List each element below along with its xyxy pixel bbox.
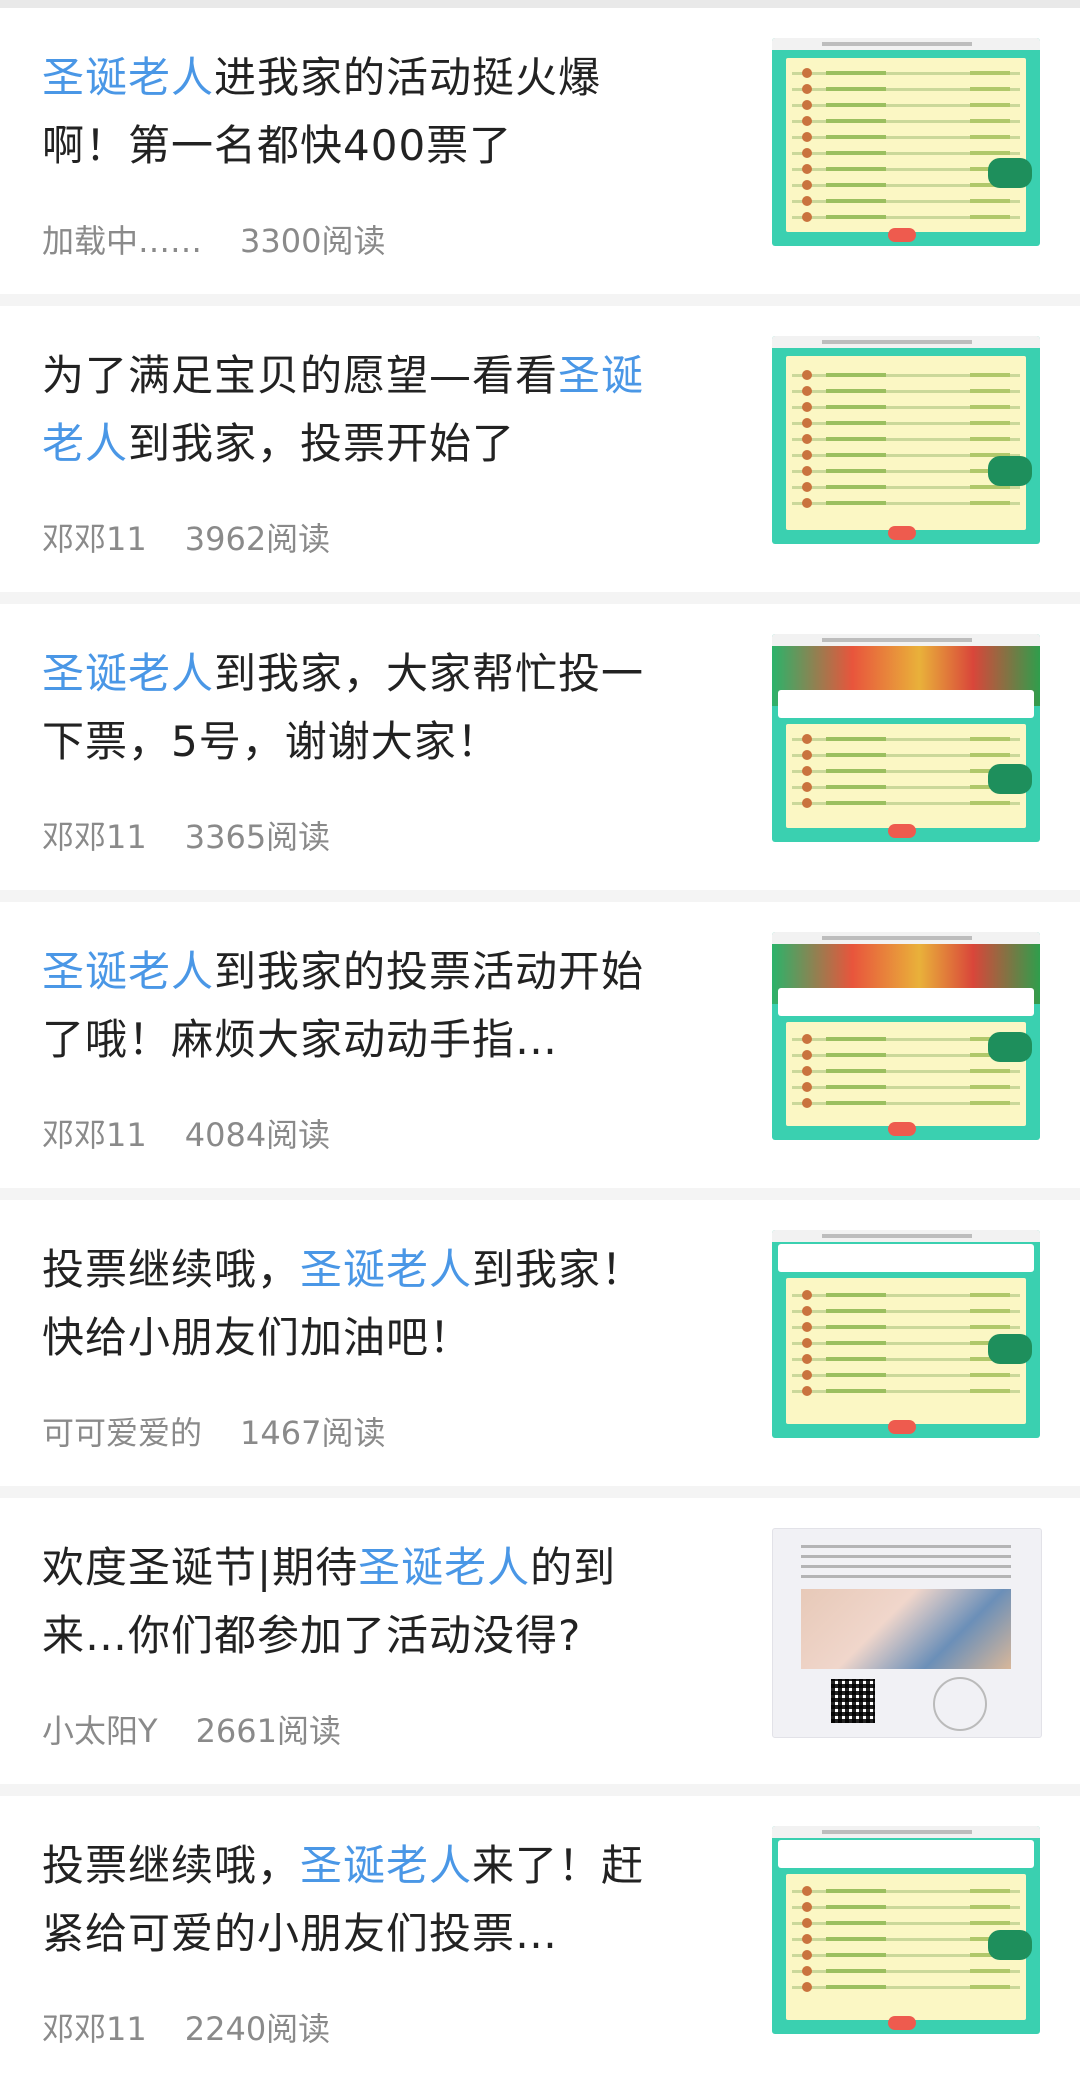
article-item[interactable]: 投票继续哦，圣诞老人到我家！快给小朋友们加油吧！ 可可爱爱的 1467阅读: [0, 1200, 1080, 1486]
article-item[interactable]: 圣诞老人到我家的投票活动开始了哦！麻烦大家动动手指… 邓邓11 4084阅读: [0, 902, 1080, 1188]
article-meta: 邓邓11 2240阅读: [42, 2004, 330, 2050]
vote-badge-icon: [988, 158, 1032, 188]
article-meta: 小太阳Y 2661阅读: [42, 1706, 341, 1752]
article-item[interactable]: 欢度圣诞节|期待圣诞老人的到来…你们都参加了活动没得? 小太阳Y 2661阅读: [0, 1498, 1080, 1784]
article-thumbnail[interactable]: [772, 1230, 1040, 1438]
article-title[interactable]: 圣诞老人进我家的活动挺火爆啊！第一名都快400票了: [42, 44, 682, 180]
article-reads: 2240阅读: [184, 2010, 331, 2048]
article-meta: 邓邓11 4084阅读: [42, 1110, 330, 1156]
article-reads: 2661阅读: [195, 1712, 342, 1750]
article-author: 邓邓11: [42, 1116, 147, 1154]
child-photo-icon: [801, 1589, 1011, 1669]
vote-badge-icon: [988, 764, 1032, 794]
article-thumbnail[interactable]: [772, 1528, 1042, 1738]
keyword-highlight: 圣诞老人: [42, 53, 215, 102]
article-thumbnail[interactable]: [772, 634, 1040, 842]
keyword-highlight: 圣诞老人: [358, 1543, 531, 1592]
keyword-highlight: 圣诞老人: [42, 649, 215, 698]
qr-code-icon: [831, 1679, 875, 1723]
article-author: 邓邓11: [42, 520, 147, 558]
article-item[interactable]: 投票继续哦，圣诞老人来了！赶紧给可爱的小朋友们投票… 邓邓11 2240阅读: [0, 1796, 1080, 2082]
article-feed: 圣诞老人进我家的活动挺火爆啊！第一名都快400票了 加载中…… 3300阅读 为了…: [0, 8, 1080, 2082]
keyword-highlight: 圣诞老人: [42, 947, 215, 996]
article-thumbnail[interactable]: [772, 336, 1040, 544]
article-item[interactable]: 圣诞老人进我家的活动挺火爆啊！第一名都快400票了 加载中…… 3300阅读: [0, 8, 1080, 294]
top-divider: [0, 0, 1080, 8]
article-meta: 加载中…… 3300阅读: [42, 216, 385, 262]
article-reads: 1467阅读: [240, 1414, 386, 1452]
article-item[interactable]: 圣诞老人到我家，大家帮忙投一下票，5号，谢谢大家！ 邓邓11 3365阅读: [0, 604, 1080, 890]
article-author: 加载中……: [42, 222, 203, 260]
article-title[interactable]: 投票继续哦，圣诞老人来了！赶紧给可爱的小朋友们投票…: [42, 1832, 682, 1968]
article-title[interactable]: 圣诞老人到我家的投票活动开始了哦！麻烦大家动动手指…: [42, 938, 682, 1074]
vote-badge-icon: [988, 456, 1032, 486]
vote-badge-icon: [988, 1032, 1032, 1062]
article-author: 可可爱爱的: [42, 1414, 203, 1452]
article-meta: 邓邓11 3962阅读: [42, 514, 330, 560]
keyword-highlight: 圣诞老人: [300, 1245, 473, 1294]
keyword-highlight: 圣诞老人: [300, 1841, 473, 1890]
article-item[interactable]: 为了满足宝贝的愿望—看看圣诞老人到我家，投票开始了 邓邓11 3962阅读: [0, 306, 1080, 592]
article-title[interactable]: 投票继续哦，圣诞老人到我家！快给小朋友们加油吧！: [42, 1236, 682, 1372]
article-author: 小太阳Y: [42, 1712, 158, 1750]
article-author: 邓邓11: [42, 818, 147, 856]
article-title[interactable]: 欢度圣诞节|期待圣诞老人的到来…你们都参加了活动没得?: [42, 1534, 682, 1670]
vote-badge-icon: [988, 1930, 1032, 1960]
article-meta: 可可爱爱的 1467阅读: [42, 1408, 385, 1454]
article-reads: 4084阅读: [184, 1116, 331, 1154]
article-reads: 3300阅读: [240, 222, 386, 260]
article-thumbnail[interactable]: [772, 38, 1040, 246]
article-author: 邓邓11: [42, 2010, 147, 2048]
article-thumbnail[interactable]: [772, 932, 1040, 1140]
article-reads: 3365阅读: [184, 818, 331, 856]
article-reads: 3962阅读: [184, 520, 331, 558]
article-title[interactable]: 圣诞老人到我家，大家帮忙投一下票，5号，谢谢大家！: [42, 640, 682, 776]
article-title[interactable]: 为了满足宝贝的愿望—看看圣诞老人到我家，投票开始了: [42, 342, 682, 478]
article-meta: 邓邓11 3365阅读: [42, 812, 330, 858]
vote-badge-icon: [988, 1334, 1032, 1364]
round-seal-icon: [933, 1677, 987, 1731]
article-thumbnail[interactable]: [772, 1826, 1040, 2034]
